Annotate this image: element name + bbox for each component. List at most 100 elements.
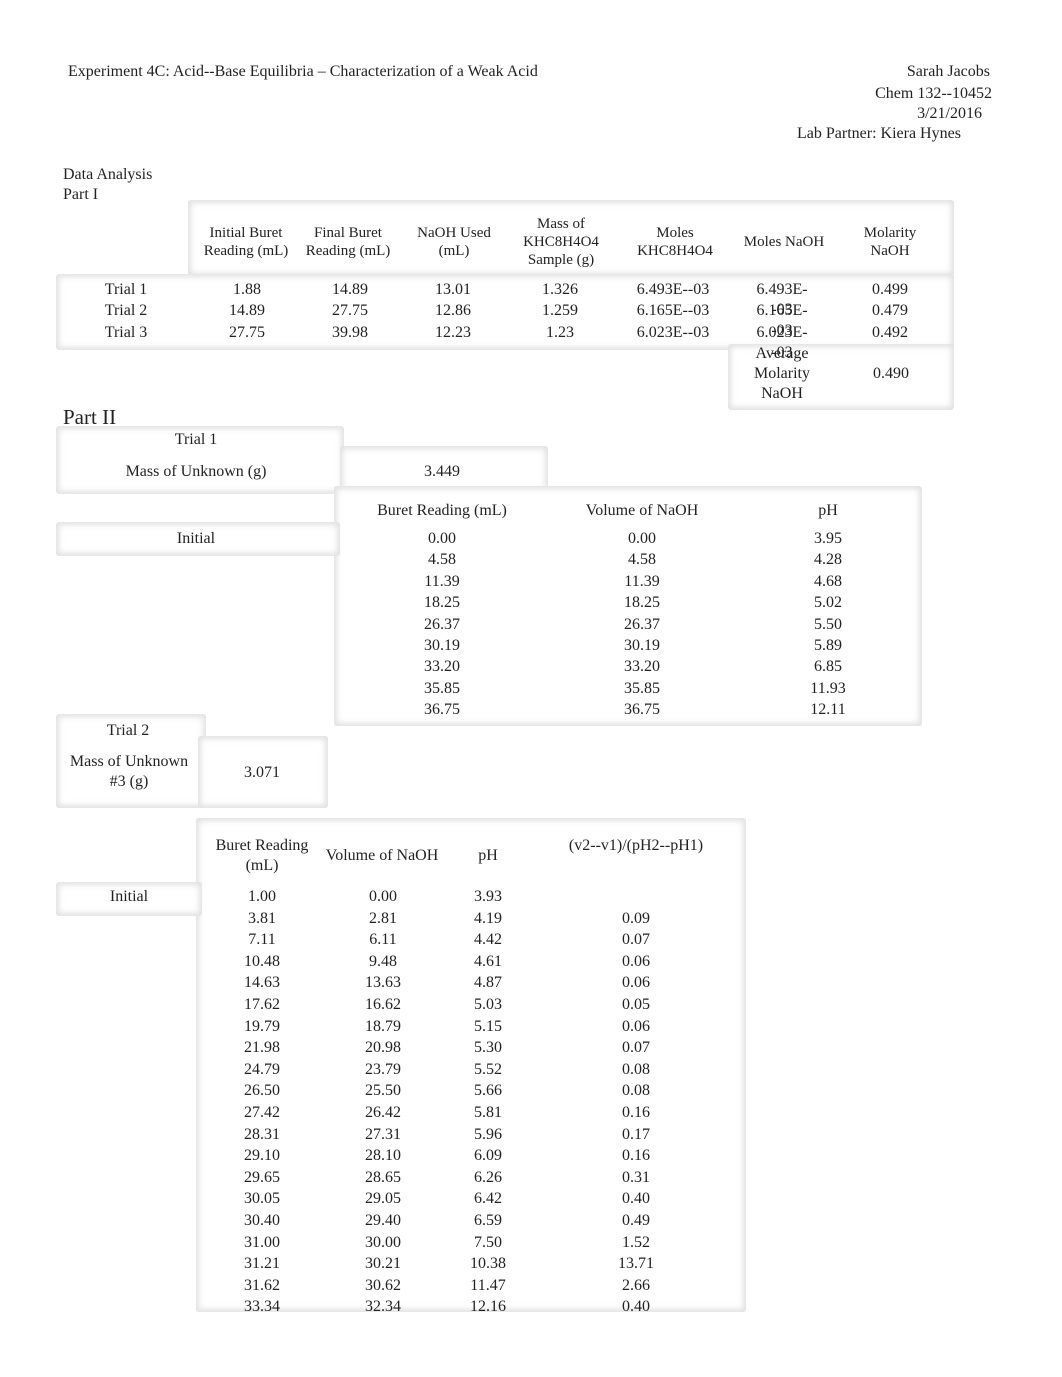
cell: 36.75	[424, 701, 460, 719]
cell: 31.62	[244, 1276, 280, 1294]
cell: 33.34	[244, 1298, 280, 1316]
cell: 0.08	[622, 1060, 650, 1078]
table-row: 17.62 16.62 5.03 0.05	[214, 995, 752, 1015]
lab-partner: Lab Partner: Kiera Hynes	[797, 125, 961, 142]
cell: 0.08	[622, 1082, 650, 1100]
cell: 20.98	[365, 1039, 401, 1057]
cell: 6.023E--03	[636, 324, 710, 341]
col-header-ph: pH	[818, 502, 838, 519]
cell: 6.26	[474, 1168, 502, 1186]
cell: 0.06	[622, 952, 650, 970]
cell: 5.81	[474, 1104, 502, 1121]
cell: 28.65	[365, 1168, 401, 1186]
cell: 23.79	[365, 1060, 401, 1078]
cell: 4.61	[474, 952, 502, 970]
cell: 31.21	[244, 1255, 280, 1273]
col-header-volume-naoh: Volume of NaOH	[585, 502, 699, 519]
table-row: 33.20 33.20 6.85	[342, 657, 914, 677]
table-row: 21.98 20.98 5.30 0.07	[214, 1038, 752, 1058]
trial2-mass-value: 3.071	[244, 764, 280, 781]
cell: 3.93	[474, 888, 502, 905]
cell: 18.79	[365, 1017, 401, 1035]
cell: 30.19	[424, 637, 460, 654]
cell: 16.62	[365, 996, 401, 1013]
cell: 5.96	[474, 1125, 502, 1143]
cell: 0.07	[622, 931, 650, 949]
cell: 0.05	[622, 996, 650, 1013]
table-row: 1.00 0.00 3.93	[214, 887, 752, 907]
cell: 33.20	[424, 658, 460, 676]
cell: 28.31	[244, 1125, 280, 1143]
table-row: 30.40 29.40 6.59 0.49	[214, 1211, 752, 1231]
cell: 5.66	[474, 1082, 502, 1100]
cell: 0.17	[622, 1125, 650, 1143]
average-molarity-label: Average Molarity NaOH	[754, 345, 810, 402]
cell: 14.63	[244, 974, 280, 992]
report-date: 3/21/2016	[917, 105, 982, 122]
cell: 27.31	[365, 1125, 401, 1143]
cell: 9.48	[369, 952, 397, 970]
cell: 0.16	[622, 1147, 650, 1165]
cell: 35.85	[424, 679, 460, 697]
table-row: 10.48 9.48 4.61 0.06	[214, 952, 752, 972]
cell: 30.00	[365, 1233, 401, 1251]
cell: 26.42	[365, 1104, 401, 1121]
cell: 19.79	[244, 1017, 280, 1035]
table-row: 35.85 35.85 11.93	[342, 679, 914, 699]
cell: 33.20	[624, 658, 660, 676]
cell: 1.00	[248, 888, 276, 905]
cell: 31.00	[244, 1233, 280, 1251]
cell: 5.30	[474, 1039, 502, 1057]
table-row: 31.00 30.00 7.50 1.52	[214, 1233, 752, 1253]
cell: 18.25	[424, 594, 460, 612]
cell: 25.50	[365, 1082, 401, 1100]
col-header-final-buret: Final Buret Reading (mL)	[305, 225, 391, 259]
document-title: Experiment 4C: Acid--Base Equilibria – C…	[68, 63, 538, 80]
cell: 7.50	[474, 1233, 502, 1251]
cell: 0.40	[622, 1298, 650, 1316]
cell: 4.68	[814, 572, 842, 590]
cell: 4.19	[474, 909, 502, 927]
cell	[520, 887, 752, 907]
cell: 0.06	[622, 974, 650, 992]
cell: 27.75	[229, 324, 265, 341]
table-row: 4.58 4.58 4.28	[342, 550, 914, 570]
col-header-buret-reading: Buret Reading (mL)	[215, 837, 309, 874]
table-row: 3.81 2.81 4.19 0.09	[214, 909, 752, 929]
trial2-initial-label: Initial	[109, 888, 149, 905]
col-header-buret-reading: Buret Reading (mL)	[377, 502, 507, 519]
cell: 35.85	[624, 679, 660, 697]
cell: 30.19	[624, 637, 660, 654]
cell: 4.58	[428, 551, 456, 569]
cell: 29.65	[244, 1168, 280, 1186]
trial2-label: Trial 2	[106, 722, 150, 739]
col-header-naoh-used: NaOH Used (mL)	[417, 225, 491, 259]
cell: 24.79	[244, 1060, 280, 1078]
cell: 0.16	[622, 1104, 650, 1121]
cell: 0.06	[622, 1017, 650, 1035]
cell: 0.49	[622, 1212, 650, 1229]
cell: 5.02	[814, 594, 842, 612]
table-row: 7.11 6.11 4.42 0.07	[214, 930, 752, 950]
table-row: 26.50 25.50 5.66 0.08	[214, 1081, 752, 1101]
cell: 6.59	[474, 1212, 502, 1229]
cell: 29.05	[365, 1190, 401, 1208]
cell: 5.89	[814, 637, 842, 654]
col-header-derivative: (v2--v1)/(pH2--pH1)	[568, 837, 704, 854]
table-row: 28.31 27.31 5.96 0.17	[214, 1125, 752, 1145]
cell: 11.39	[424, 572, 460, 590]
cell: 0.00	[369, 888, 397, 905]
cell: 26.37	[624, 615, 660, 633]
cell: 27.42	[244, 1104, 280, 1121]
cell: 0.09	[622, 909, 650, 927]
table-row: Trial 3 27.75 39.98 12.23 1.23 6.023E--0…	[76, 323, 966, 363]
cell: 12.16	[470, 1298, 506, 1316]
cell: 0.00	[628, 530, 656, 547]
average-molarity-value: 0.490	[873, 365, 909, 382]
cell: 30.62	[365, 1276, 401, 1294]
cell: 17.62	[244, 996, 280, 1013]
trial1-label: Trial 1	[174, 431, 218, 448]
col-header-volume-naoh: Volume of NaOH	[325, 847, 439, 864]
cell: 13.63	[365, 974, 401, 992]
cell: 4.87	[474, 974, 502, 992]
